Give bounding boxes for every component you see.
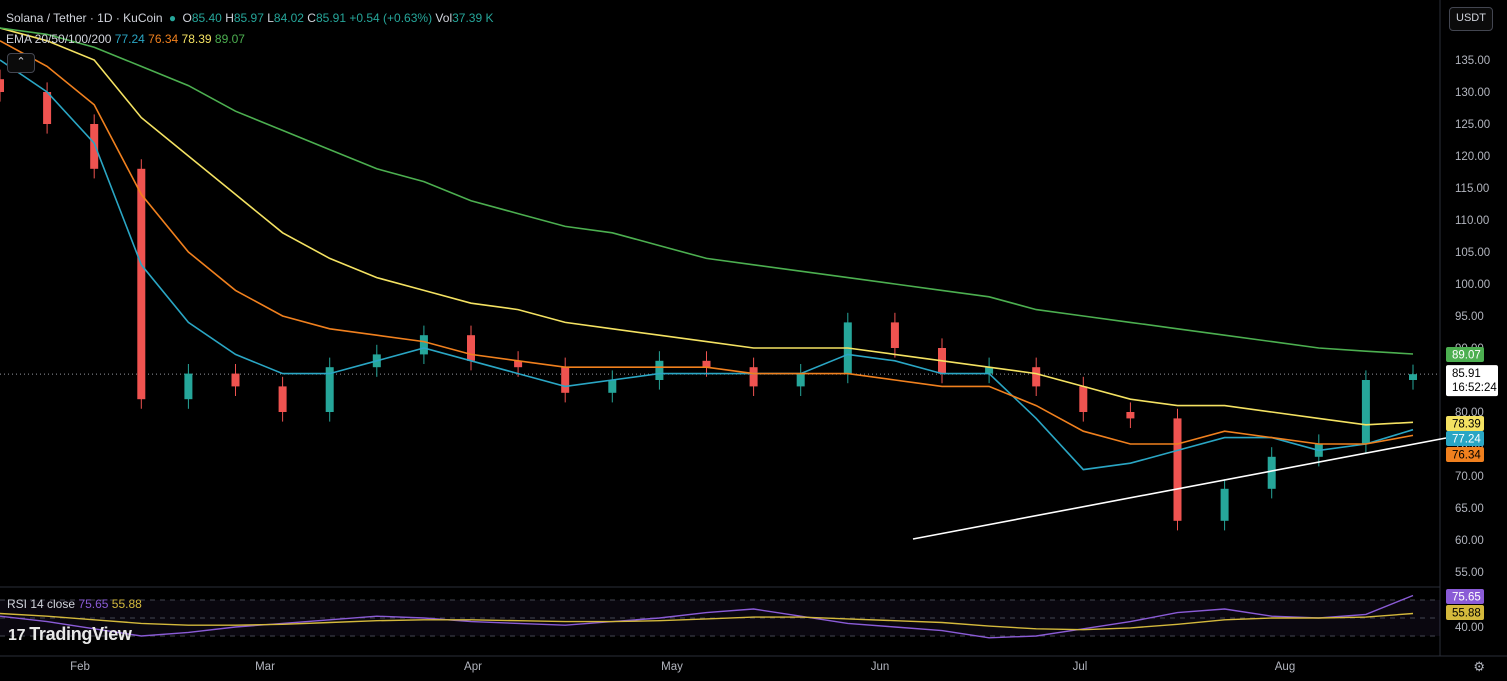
time-tick-label: Apr	[464, 661, 482, 673]
main-price-pane[interactable]	[0, 0, 1507, 681]
price-tick-label: 65.00	[1455, 503, 1484, 515]
time-tick-label: Jun	[871, 661, 890, 673]
candle[interactable]	[749, 367, 758, 387]
candle[interactable]	[137, 168, 146, 400]
ohlc-close-label: C	[307, 11, 316, 25]
current-price-label: 85.91	[1452, 368, 1481, 380]
price-tick-label: 110.00	[1455, 215, 1489, 227]
candle[interactable]	[419, 335, 428, 355]
ohlc-open-label: O	[182, 11, 192, 25]
market-status-dot: ●	[168, 11, 177, 25]
chevron-up-icon: ⌃	[16, 56, 26, 68]
chart-background	[0, 0, 1507, 681]
candle[interactable]	[1361, 380, 1370, 444]
ema50-value: 76.34	[148, 32, 179, 46]
ema-badge-label: 77.24	[1452, 434, 1481, 446]
rsi-ma-value: 55.88	[111, 597, 142, 611]
candle[interactable]	[90, 124, 99, 169]
rsi-ma-badge-label: 55.88	[1452, 608, 1481, 620]
countdown-label: 16:52:24	[1452, 382, 1497, 394]
rsi-badge-label: 75.65	[1452, 592, 1481, 604]
candle[interactable]	[0, 79, 4, 92]
candle[interactable]	[1173, 418, 1182, 521]
price-tick-label: 60.00	[1455, 535, 1484, 547]
price-tick-label: 70.00	[1455, 471, 1484, 483]
ema100-value: 78.39	[181, 32, 212, 46]
price-tick-label: 130.00	[1455, 87, 1490, 99]
time-tick-label: Jul	[1073, 661, 1088, 673]
ohlc-low-label: L	[267, 11, 274, 25]
rsi-tick-label: 40.00	[1455, 622, 1484, 634]
price-tick-label: 120.00	[1455, 151, 1490, 163]
candle[interactable]	[43, 92, 52, 124]
candle[interactable]	[1032, 367, 1041, 387]
price-tick-label: 125.00	[1455, 119, 1490, 131]
collapse-legend-button[interactable]: ⌃	[7, 53, 35, 73]
ohlc-high-label: H	[225, 11, 234, 25]
candle[interactable]	[796, 373, 805, 387]
candle[interactable]	[702, 360, 711, 368]
ema-legend: EMA 20/50/100/200 77.24 76.34 78.39 89.0…	[6, 32, 245, 46]
ohlc-low: 84.02	[273, 11, 304, 25]
price-tick-label: 95.00	[1455, 311, 1484, 323]
candle[interactable]	[278, 386, 287, 412]
rsi-legend: RSI 14 close 75.65 55.88	[7, 597, 142, 611]
candle[interactable]	[1220, 488, 1229, 521]
candle[interactable]	[655, 360, 664, 380]
gear-icon[interactable]: ⚙	[1473, 659, 1485, 675]
symbol-title[interactable]: Solana / Tether · 1D · KuCoin	[6, 11, 163, 25]
time-tick-label: Mar	[255, 661, 275, 673]
candle[interactable]	[1079, 386, 1088, 412]
ema-badge-label: 89.07	[1452, 350, 1481, 362]
currency-button[interactable]: USDT	[1449, 7, 1493, 31]
price-tick-label: 55.00	[1455, 567, 1484, 579]
ohlc-close: 85.91	[315, 11, 346, 25]
volume-value: 37.39 K	[452, 11, 494, 25]
rsi-value: 75.65	[78, 597, 109, 611]
brand-name: TradingView	[29, 624, 132, 644]
price-tick-label: 135.00	[1455, 55, 1490, 67]
candle[interactable]	[231, 373, 240, 387]
ema-badge-label: 76.34	[1452, 450, 1481, 462]
candle[interactable]	[561, 367, 570, 393]
price-chart[interactable]: 135.00 130.00 125.00 120.00 115.00 110.00 105.…	[0, 0, 1507, 681]
time-tick-label: May	[661, 661, 683, 673]
ohlc-open: 85.40	[191, 11, 222, 25]
ohlc-change: +0.54 (+0.63%)	[349, 11, 433, 25]
ema20-value: 77.24	[114, 32, 145, 46]
candle[interactable]	[1409, 374, 1417, 380]
time-tick-label: Aug	[1275, 661, 1295, 673]
candle[interactable]	[890, 322, 899, 348]
candle[interactable]	[608, 380, 617, 393]
ema-label[interactable]: EMA 20/50/100/200	[6, 32, 111, 46]
rsi-label[interactable]: RSI 14 close	[7, 597, 75, 611]
symbol-header: Solana / Tether · 1D · KuCoin ● O85.40 H…	[6, 11, 493, 25]
tradingview-logo[interactable]: 17 TradingView	[8, 624, 132, 645]
rsi-pane[interactable]	[0, 594, 1440, 639]
ohlc-high: 85.97	[233, 11, 264, 25]
tradingview-icon: 17	[8, 627, 26, 644]
volume-label: Vol	[435, 11, 453, 25]
candle[interactable]	[1267, 456, 1276, 489]
ema200-value: 89.07	[214, 32, 245, 46]
price-tick-label: 115.00	[1455, 183, 1489, 195]
candle[interactable]	[184, 373, 193, 400]
price-tick-label: 100.00	[1455, 279, 1490, 291]
candle[interactable]	[467, 335, 475, 361]
time-tick-label: Feb	[70, 661, 90, 673]
ema-badge-label: 78.39	[1452, 419, 1481, 431]
candle[interactable]	[1126, 412, 1135, 419]
price-tick-label: 105.00	[1455, 247, 1490, 259]
